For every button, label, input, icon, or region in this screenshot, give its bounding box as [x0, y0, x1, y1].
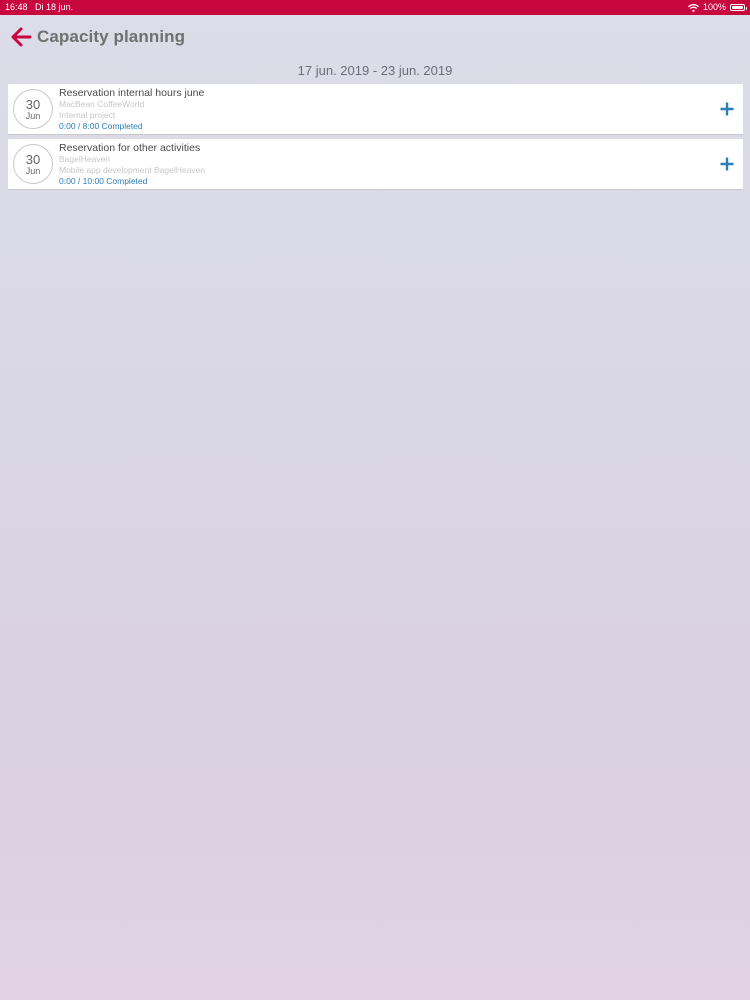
reservation-title: Reservation for other activities	[59, 142, 201, 154]
date-month: Jun	[25, 166, 41, 176]
date-range: 17 jun. 2019 - 23 jun. 2019	[297, 63, 453, 78]
status-bar-left: 16:48 Di 18 jun.	[5, 0, 73, 15]
reservation-project: Internal project	[59, 110, 116, 120]
add-hours-button[interactable]	[719, 101, 735, 117]
reservation-status: 0:00 / 8:00 Completed	[59, 121, 143, 131]
reservation-details: Reservation for other activities BagelHe…	[59, 143, 659, 187]
status-bar: 16:48 Di 18 jun. 100%	[0, 0, 750, 15]
reservation-project: Mobile app development BagelHeaven	[59, 165, 206, 175]
reservation-title: Reservation internal hours june	[59, 87, 205, 99]
reservation-list: 30 Jun Reservation internal hours june M…	[8, 84, 743, 194]
back-button[interactable]	[10, 26, 34, 48]
status-time: 16:48	[5, 2, 28, 12]
date-day: 30	[25, 152, 41, 167]
wifi-icon	[688, 3, 699, 12]
reservation-item[interactable]: 30 Jun Reservation internal hours june M…	[8, 84, 743, 135]
date-badge: 30 Jun	[13, 144, 53, 184]
plus-icon	[720, 157, 734, 171]
date-badge: 30 Jun	[13, 89, 53, 129]
battery-percent: 100%	[702, 2, 726, 12]
arrow-left-icon	[11, 27, 32, 47]
reservation-client: MacBean CoffeeWorld	[59, 99, 145, 109]
date-month: Jun	[25, 111, 41, 121]
status-bar-right: 100%	[688, 0, 747, 15]
battery-level	[732, 6, 743, 9]
page-title: Capacity planning	[37, 27, 186, 46]
status-date: Di 18 jun.	[35, 2, 74, 12]
battery-icon	[730, 4, 747, 11]
date-day: 30	[25, 97, 41, 112]
reservation-client: BagelHeaven	[59, 154, 111, 164]
reservation-item[interactable]: 30 Jun Reservation for other activities …	[8, 139, 743, 190]
reservation-details: Reservation internal hours june MacBean …	[59, 88, 659, 132]
plus-icon	[720, 102, 734, 116]
add-hours-button[interactable]	[719, 156, 735, 172]
reservation-status: 0:00 / 10:00 Completed	[59, 176, 148, 186]
